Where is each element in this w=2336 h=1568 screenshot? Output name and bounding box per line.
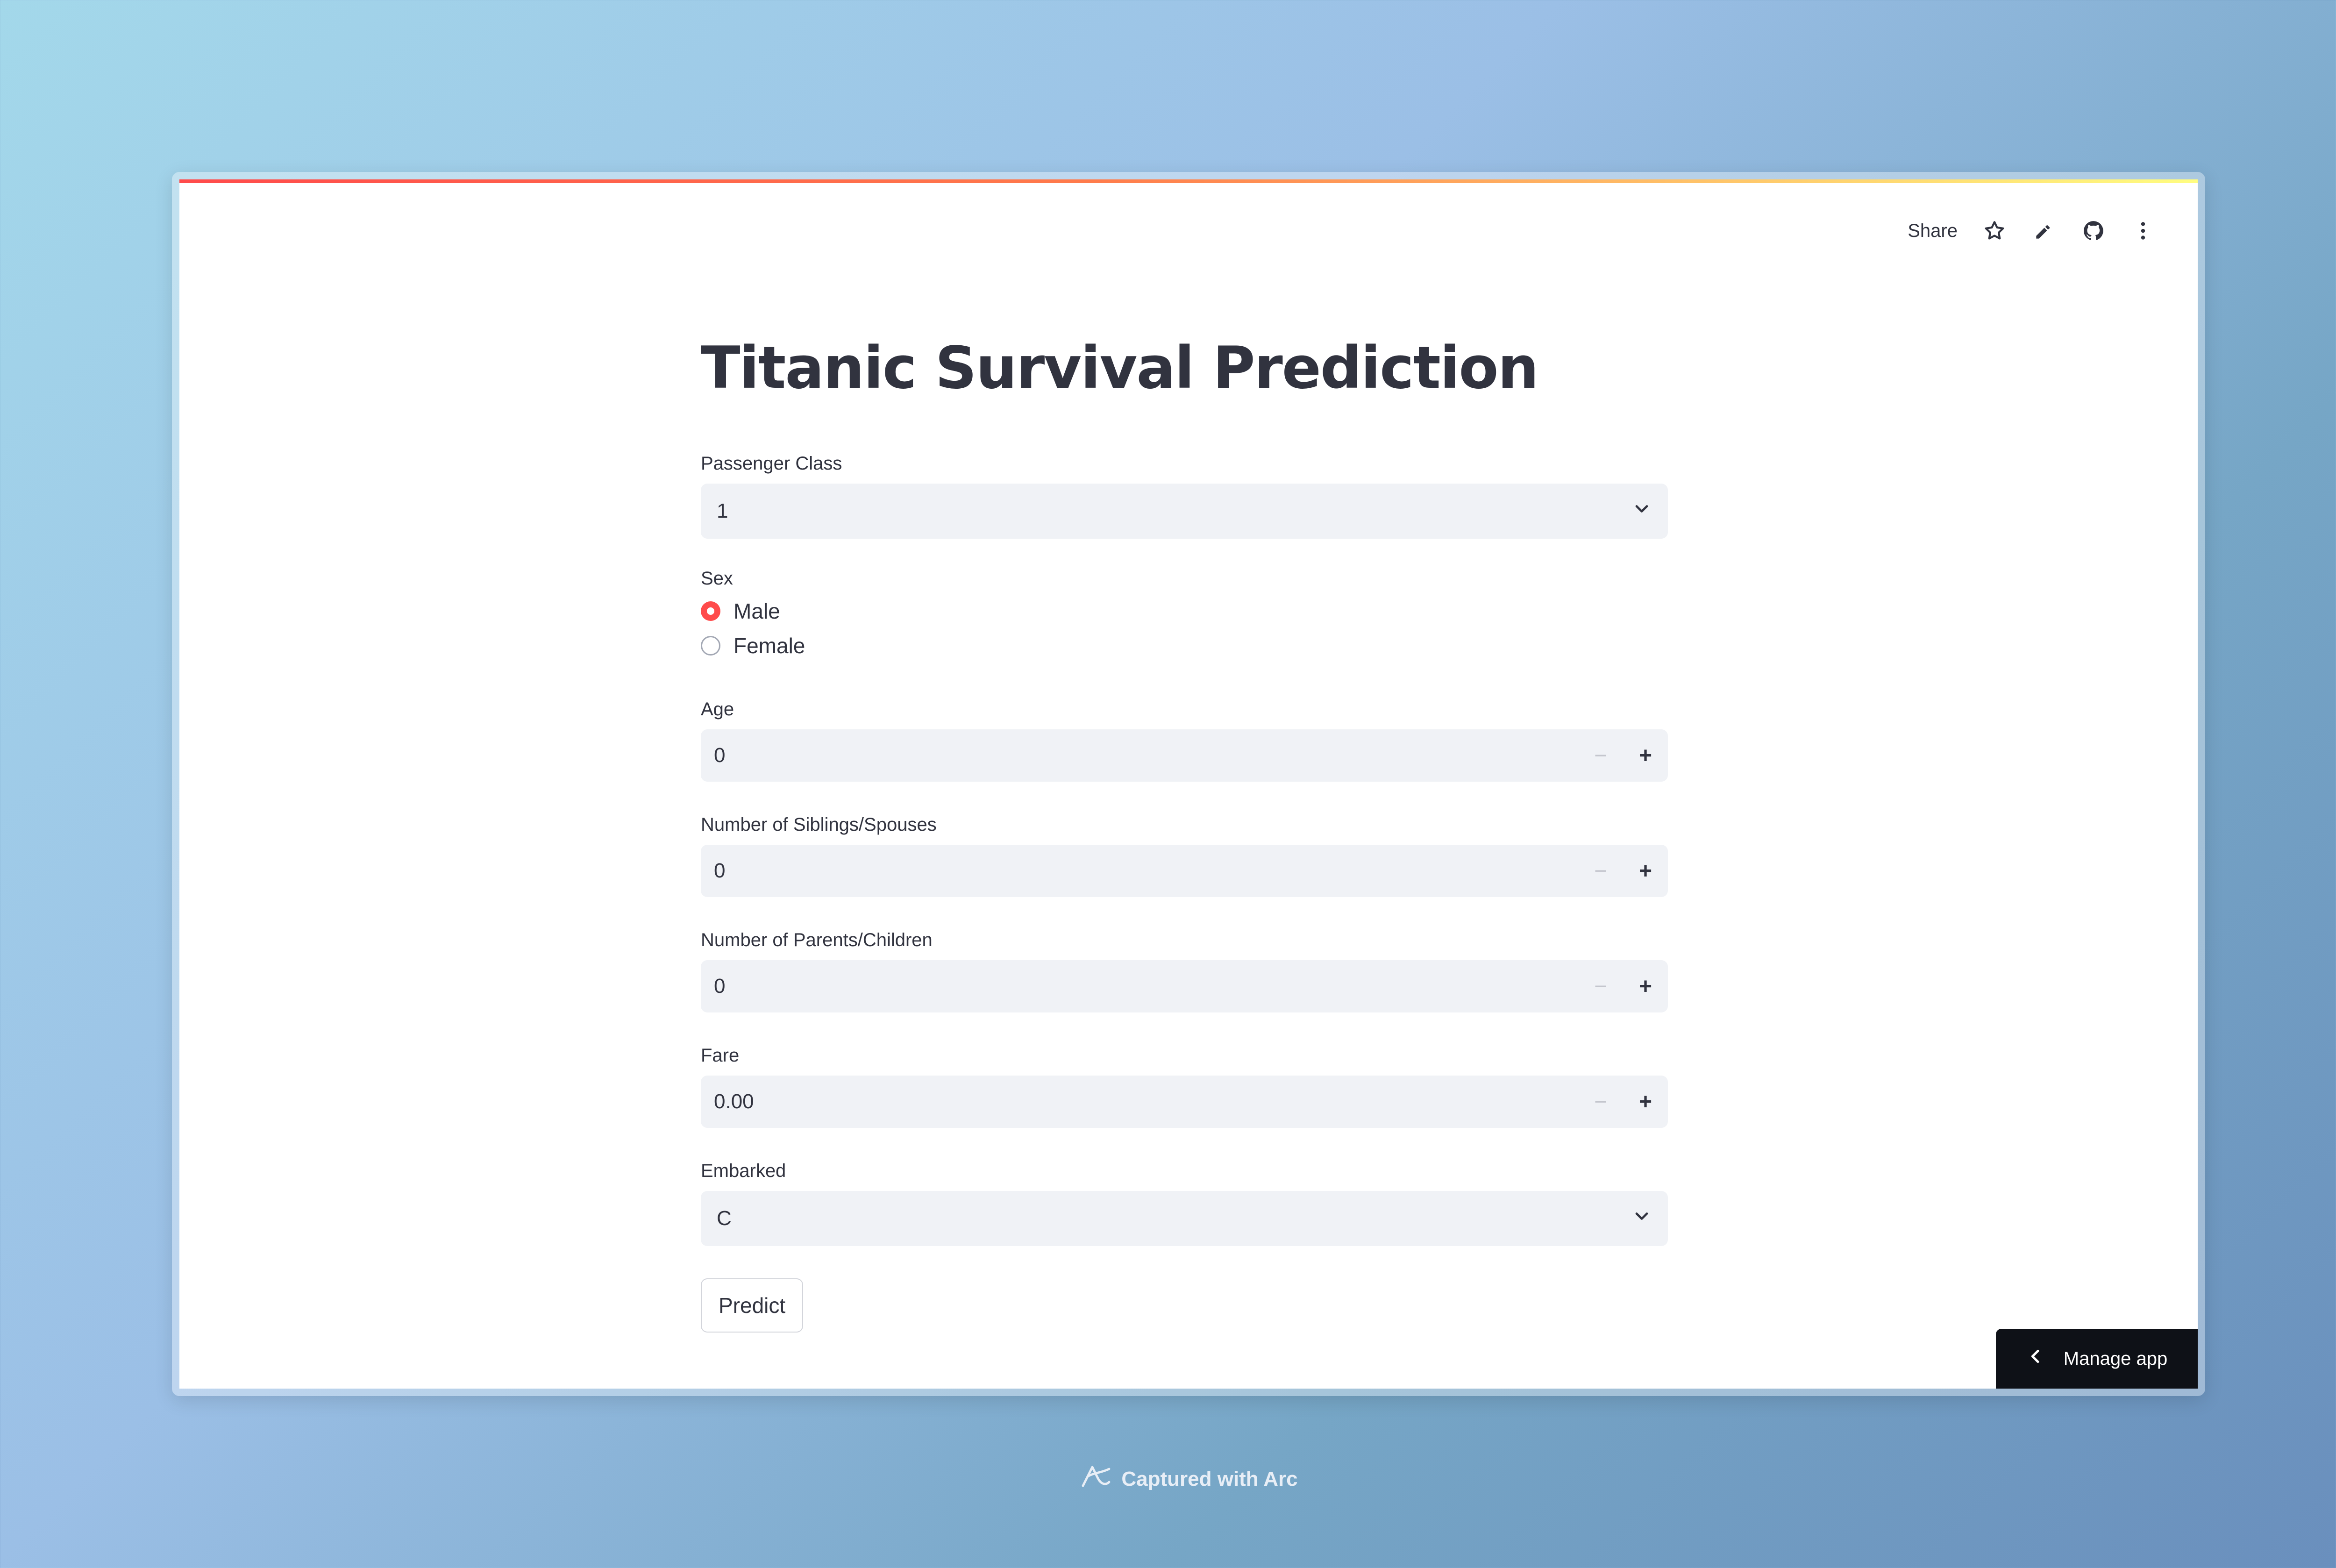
manage-app-label: Manage app — [2063, 1348, 2168, 1369]
fare-field: Fare 0.00 − + — [701, 1045, 1668, 1128]
chevron-left-icon — [2026, 1347, 2045, 1370]
increment-button[interactable]: + — [1623, 960, 1668, 1012]
pencil-icon[interactable] — [2031, 218, 2057, 243]
increment-button[interactable]: + — [1623, 1076, 1668, 1128]
age-field: Age 0 − + — [701, 699, 1668, 782]
caption-text: Captured with Arc — [1121, 1467, 1298, 1490]
siblings-spouses-label: Number of Siblings/Spouses — [701, 814, 937, 835]
passenger-class-label: Passenger Class — [701, 453, 842, 474]
decrement-button[interactable]: − — [1578, 1076, 1623, 1128]
embarked-field: Embarked C — [701, 1161, 1668, 1246]
embarked-label: Embarked — [701, 1161, 786, 1181]
chevron-down-icon — [1631, 499, 1652, 524]
radio-label-male: Male — [734, 599, 780, 623]
page-title: Titanic Survival Prediction — [701, 335, 1539, 402]
fare-label: Fare — [701, 1045, 740, 1066]
star-icon[interactable] — [1982, 218, 2007, 243]
embarked-value: C — [717, 1207, 732, 1230]
decrement-button[interactable]: − — [1578, 729, 1623, 782]
predict-button[interactable]: Predict — [701, 1278, 804, 1333]
siblings-spouses-field: Number of Siblings/Spouses 0 − + — [701, 814, 1668, 897]
passenger-class-value: 1 — [717, 499, 728, 522]
embarked-select[interactable]: C — [701, 1191, 1668, 1246]
parents-children-label: Number of Parents/Children — [701, 930, 933, 950]
age-number-input: 0 − + — [701, 729, 1668, 782]
fare-number-input: 0.00 − + — [701, 1076, 1668, 1128]
arc-caption: Captured with Arc — [0, 1461, 2336, 1497]
fare-input[interactable]: 0.00 — [714, 1090, 1578, 1113]
radio-unselected-icon — [701, 636, 720, 656]
increment-button[interactable]: + — [1623, 845, 1668, 897]
decoration-bar — [179, 179, 2198, 183]
siblings-spouses-input[interactable]: 0 — [714, 859, 1578, 883]
main-content: Titanic Survival Prediction Passenger Cl… — [701, 334, 1668, 1333]
parents-children-input[interactable]: 0 — [714, 975, 1578, 998]
radio-selected-icon — [701, 601, 720, 621]
app-toolbar: Share — [1908, 212, 2156, 249]
passenger-class-field: Passenger Class 1 — [701, 453, 1668, 539]
decrement-button[interactable]: − — [1578, 960, 1623, 1012]
radio-option-male[interactable]: Male — [701, 594, 1668, 628]
parents-children-number-input: 0 − + — [701, 960, 1668, 1012]
siblings-spouses-number-input: 0 − + — [701, 845, 1668, 897]
github-icon[interactable] — [2081, 218, 2106, 243]
parents-children-field: Number of Parents/Children 0 − + — [701, 930, 1668, 1012]
manage-app-button[interactable]: Manage app — [1996, 1329, 2198, 1389]
radio-label-female: Female — [734, 634, 805, 658]
increment-button[interactable]: + — [1623, 729, 1668, 782]
sex-label: Sex — [701, 568, 733, 589]
age-input[interactable]: 0 — [714, 744, 1578, 767]
share-button[interactable]: Share — [1908, 221, 1958, 242]
streamlit-app: Share Titanic Survival Prediction Passen… — [179, 179, 2198, 1389]
sex-field: Sex Male Female — [701, 568, 1668, 663]
radio-option-female[interactable]: Female — [701, 628, 1668, 663]
passenger-class-select[interactable]: 1 — [701, 484, 1668, 539]
more-vertical-icon[interactable] — [2130, 218, 2156, 243]
chevron-down-icon — [1631, 1206, 1652, 1232]
arc-logo-icon — [1079, 1461, 1113, 1497]
decrement-button[interactable]: − — [1578, 845, 1623, 897]
age-label: Age — [701, 699, 734, 720]
